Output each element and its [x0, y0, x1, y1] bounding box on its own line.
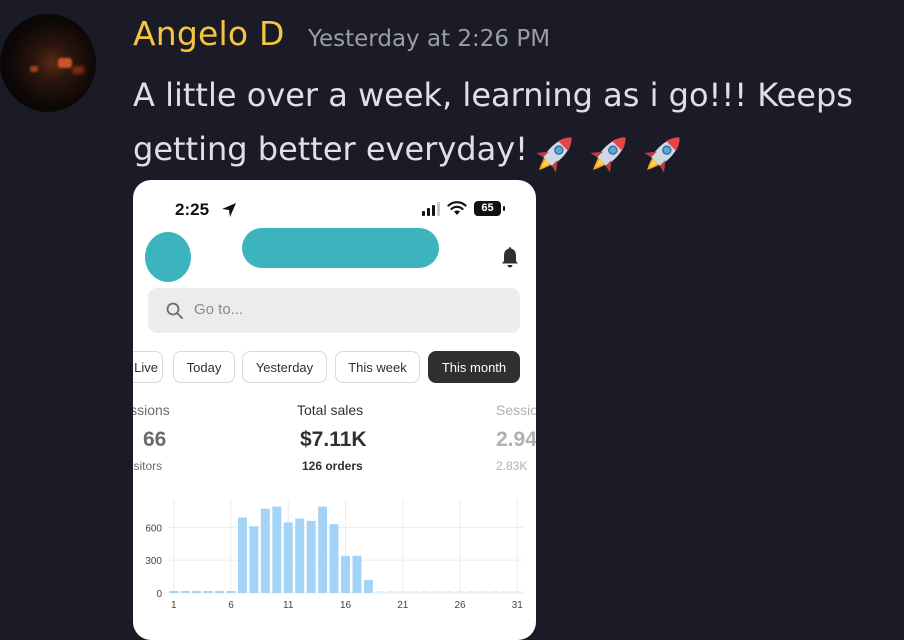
metric-total-sales-value[interactable]: $7.11K	[300, 428, 367, 452]
rocket-emojis	[528, 124, 690, 179]
chart-x-tick-label: 16	[340, 600, 352, 611]
tab-today[interactable]: Today	[173, 351, 235, 383]
metric-sessions-label: Sessions	[133, 402, 170, 418]
chart-bar	[226, 591, 236, 593]
chart-bar	[192, 591, 202, 593]
search-placeholder: Go to...	[194, 301, 244, 318]
metric-sessions-right-sub: 2.83K	[496, 459, 528, 473]
metric-visitors-label: Visitors	[133, 459, 163, 473]
location-arrow-icon	[222, 203, 236, 217]
chart-bar	[260, 508, 270, 593]
chart-x-tick-label: 31	[512, 600, 524, 611]
chart-bar	[363, 579, 373, 593]
search-bar[interactable]: Go to...	[148, 288, 520, 333]
metric-total-sales-label[interactable]: Total sales	[297, 402, 363, 418]
chart-bar	[180, 591, 190, 593]
rocket-emoji-icon	[536, 136, 572, 173]
chart-bar	[237, 517, 247, 593]
message-text: A little over a week, learning as i go!!…	[133, 76, 853, 168]
chart-y-tick-label: 0	[156, 589, 162, 600]
chart-bar	[272, 506, 282, 593]
battery-icon: 65	[474, 201, 505, 216]
chart-bar	[295, 518, 305, 593]
username[interactable]: Angelo D	[133, 14, 285, 53]
chart-x-tick-label: 1	[171, 600, 177, 611]
message-text-block: A little over a week, learning as i go!!…	[133, 68, 893, 179]
metric-orders-count: 126 orders	[302, 459, 363, 473]
tab-this-month[interactable]: This month	[428, 351, 520, 383]
metric-sessions-right-value: 2.94	[496, 428, 536, 451]
cellular-signal-icon	[422, 202, 440, 216]
rocket-emoji-icon	[644, 136, 680, 173]
chart-bar	[352, 555, 362, 593]
chart-bar	[329, 524, 339, 593]
notification-bell-icon[interactable]	[500, 246, 520, 268]
wifi-icon	[447, 201, 467, 215]
tab-live[interactable]: Live	[133, 351, 163, 383]
chart-bar	[341, 555, 350, 593]
chart-x-tick-label: 21	[397, 600, 409, 611]
search-icon	[166, 302, 183, 319]
chart-bar	[318, 506, 328, 593]
chart-x-tick-label: 11	[283, 600, 294, 611]
chart-y-tick-label: 600	[145, 523, 162, 534]
tab-yesterday[interactable]: Yesterday	[242, 351, 327, 383]
rocket-emoji-icon	[590, 136, 626, 173]
status-bar-time: 2:25	[175, 200, 210, 219]
message-timestamp: Yesterday at 2:26 PM	[308, 26, 551, 52]
chart-bar	[283, 522, 293, 593]
chart-y-tick-label: 300	[145, 556, 162, 567]
redacted-avatar	[145, 232, 191, 282]
chart-x-tick-label: 26	[454, 600, 466, 611]
chart-bar	[306, 520, 316, 593]
user-avatar[interactable]	[0, 14, 96, 112]
chart-bar	[249, 526, 259, 593]
chart-bar	[215, 591, 224, 593]
sales-bar-chart: 03006001 6 11 16 21 26 31	[145, 500, 524, 611]
attached-screenshot[interactable]: 2:25 65 Go to... Live Today Yesterday Th…	[133, 180, 536, 640]
metric-sessions-value: 66	[143, 428, 167, 451]
chart-bar	[203, 591, 213, 593]
chart-x-tick-label: 6	[228, 600, 234, 611]
chart-bar	[169, 591, 179, 593]
metric-sessions-right-label: Sessions	[496, 402, 536, 418]
tab-this-week[interactable]: This week	[335, 351, 420, 383]
redacted-store-name	[242, 228, 439, 268]
